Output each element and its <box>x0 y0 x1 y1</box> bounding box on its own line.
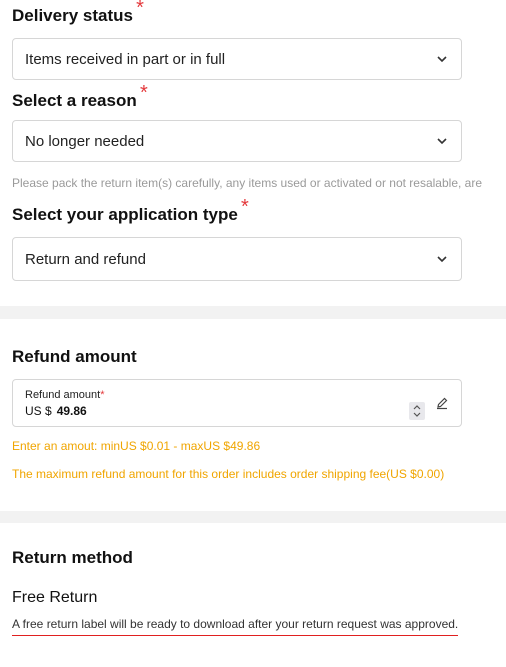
currency-label: US $ <box>25 404 52 418</box>
application-type-heading: Select your application type * <box>12 196 249 226</box>
refund-amount-field-label: Refund amount* <box>25 388 449 402</box>
chevron-down-icon <box>437 138 447 145</box>
section-divider <box>0 306 506 319</box>
reason-select[interactable]: No longer needed <box>12 120 462 162</box>
application-type-label: Select your application type <box>12 205 238 224</box>
chevron-down-icon <box>437 56 447 63</box>
delivery-status-value: Items received in part or in full <box>25 50 226 68</box>
refund-amount-heading: Refund amount <box>12 347 137 366</box>
return-method-section: Return method Free Return A free return … <box>0 523 506 636</box>
delivery-status-select[interactable]: Items received in part or in full <box>12 38 462 80</box>
required-mark: * <box>139 82 148 104</box>
refund-amount-field[interactable]: Refund amount* US $ 49.86 <box>12 379 462 427</box>
reason-heading: Select a reason * <box>12 82 148 112</box>
request-details-section: Delivery status * Items received in part … <box>0 0 506 306</box>
packing-hint: Please pack the return item(s) carefully… <box>12 176 482 190</box>
return-request-page: Delivery status * Items received in part … <box>0 0 506 667</box>
delivery-status-heading: Delivery status * <box>12 0 144 27</box>
reason-value: No longer needed <box>25 132 145 150</box>
free-return-description: A free return label will be ready to dow… <box>12 616 459 636</box>
refund-amount-value[interactable]: US $ 49.86 <box>25 402 449 420</box>
free-return-option[interactable]: Free Return <box>12 588 494 608</box>
application-type-select[interactable]: Return and refund <box>12 237 462 281</box>
chevron-down-icon <box>437 256 447 263</box>
required-mark: * <box>100 389 105 401</box>
refund-section: Refund amount Refund amount* US $49.86 E… <box>0 319 506 511</box>
stepper-icon[interactable] <box>409 402 425 420</box>
pencil-icon[interactable] <box>435 396 449 410</box>
return-method-heading: Return method <box>12 548 133 567</box>
application-type-value: Return and refund <box>25 250 146 268</box>
refund-field-label-text: Refund amount <box>25 389 101 401</box>
delivery-status-label: Delivery status <box>12 6 133 25</box>
reason-label: Select a reason <box>12 91 137 110</box>
refund-amount-input[interactable]: 49.86 <box>57 404 87 418</box>
required-mark: * <box>136 0 144 19</box>
refund-range-note: Enter an amout: minUS $0.01 - maxUS $49.… <box>12 439 261 453</box>
section-divider <box>0 511 506 523</box>
refund-shipping-note: The maximum refund amount for this order… <box>12 467 445 481</box>
required-mark: * <box>240 196 249 218</box>
